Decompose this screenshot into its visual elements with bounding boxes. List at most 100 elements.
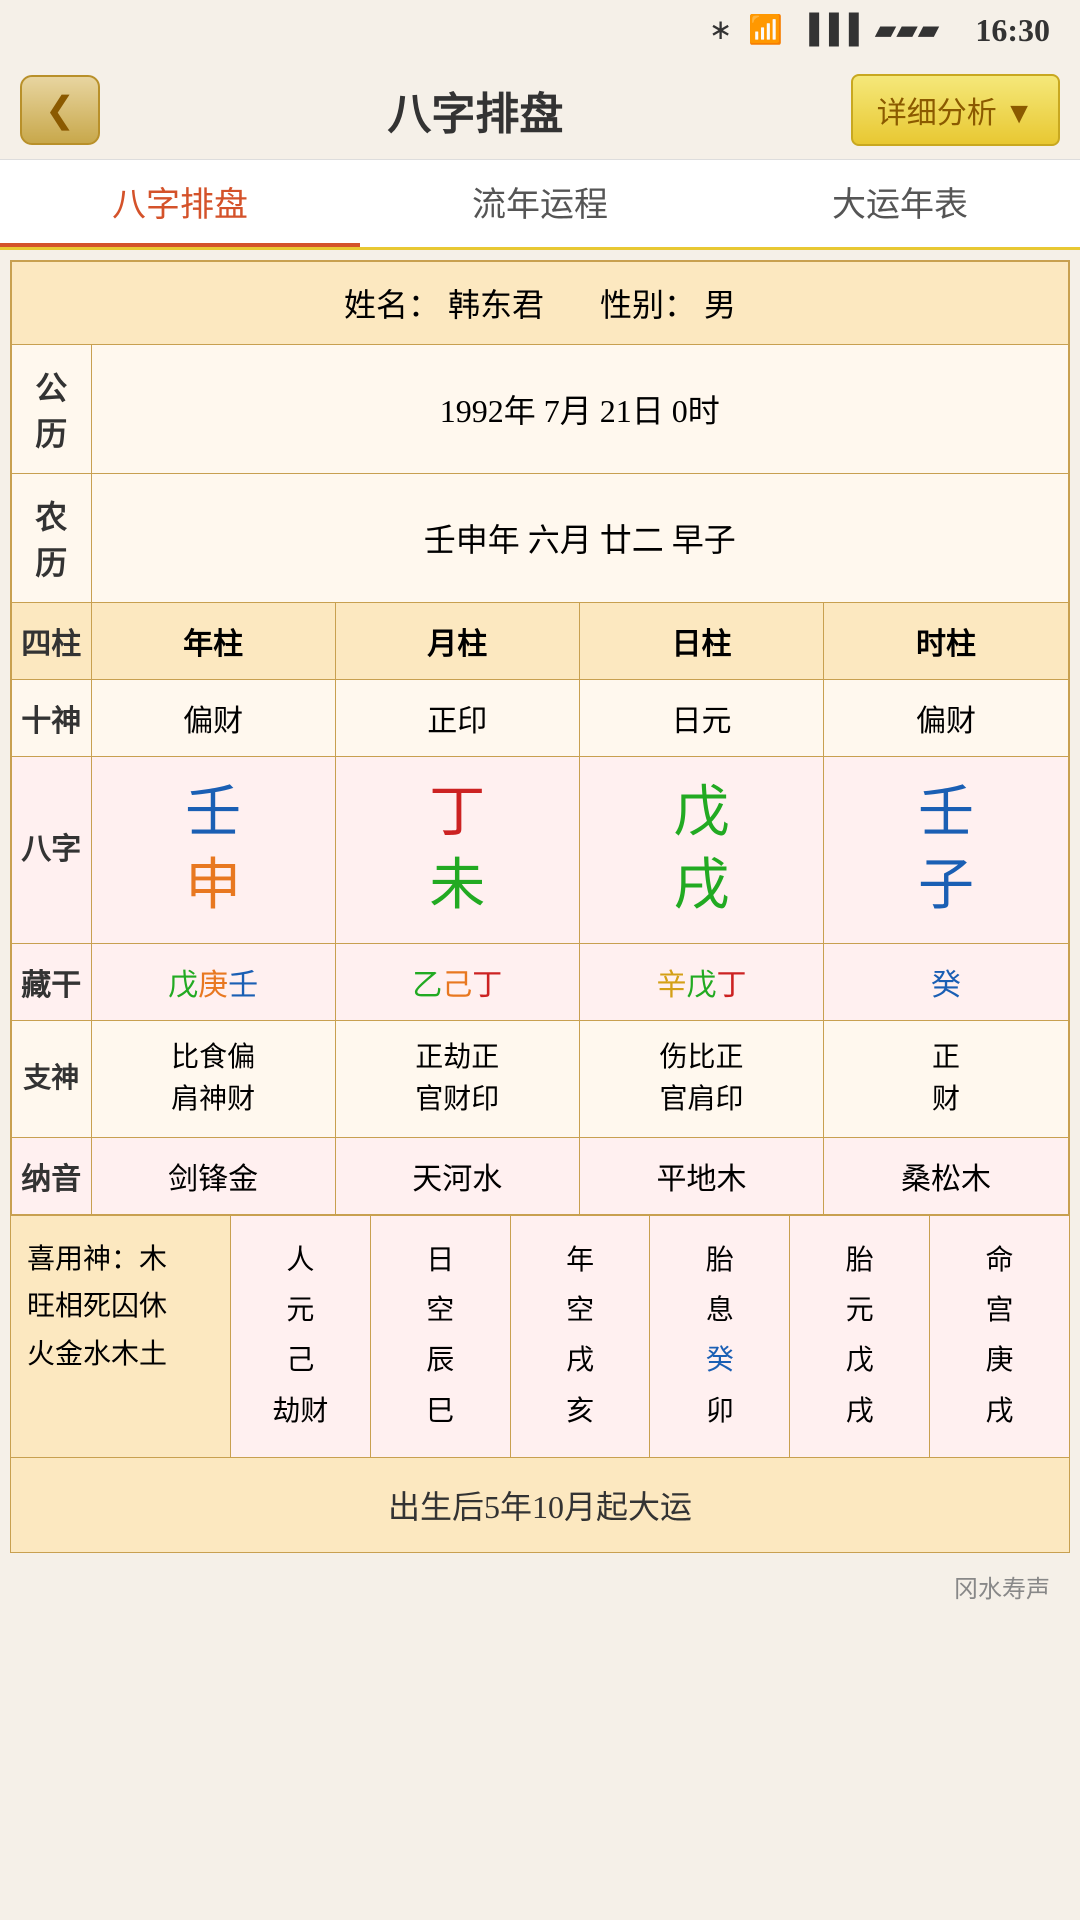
nayin-row: 纳音 剑锋金 天河水 平地木 桑松木 (11, 1137, 1069, 1215)
zanggan-ri: 辛戊丁 (579, 943, 823, 1020)
shishen-shi: 偏财 (824, 680, 1069, 757)
tab-bar: 八字排盘 流年运程 大运年表 (0, 160, 1080, 250)
status-bar: ∗ 📶 ▐▐▐ ▰▰▰ 16:30 (0, 0, 1080, 60)
bottom-col-taiyuan: 胎 元 戊 戌 (790, 1216, 930, 1458)
bluetooth-icon: ∗ (709, 13, 732, 47)
sizhu-label: 四柱 (11, 603, 91, 680)
zanggan-yue: 乙己丁 (335, 943, 579, 1020)
taiyuan-line1: 胎 (846, 1236, 874, 1286)
zanggan-ri-2: 戊 (687, 969, 717, 1002)
zhishen-yue: 正劫正官财印 (335, 1020, 579, 1137)
tab-bazi-label: 八字排盘 (112, 177, 248, 226)
bottom-info: 喜用神：木 旺相死囚休 火金水木土 (11, 1216, 231, 1458)
bottom-col-niankong: 年 空 戌 亥 (511, 1216, 651, 1458)
shishen-yue: 正印 (335, 680, 579, 757)
tab-liuyun[interactable]: 流年运程 (360, 160, 720, 247)
tab-liuyun-label: 流年运程 (472, 177, 608, 226)
zhishen-shi: 正财 (824, 1020, 1069, 1137)
taixi-line1: 胎 (706, 1236, 734, 1286)
sizhu-nianzhu: 年柱 (91, 603, 335, 680)
bazi-nian: 壬 申 (91, 757, 335, 944)
bazi-nian-tian: 壬 (185, 782, 241, 844)
zanggan-ri-1: 辛 (657, 969, 687, 1002)
zanggan-nian-2: 庚 (198, 969, 228, 1002)
shishen-label: 十神 (11, 680, 91, 757)
signal-icon: ▐▐▐ (799, 14, 859, 46)
bazi-shi-di: 子 (918, 855, 974, 917)
renyuan-line2: 元 (286, 1286, 314, 1336)
shishen-ri: 日元 (579, 680, 823, 757)
back-icon: ❮ (45, 89, 75, 131)
taixi-line4: 卯 (706, 1387, 734, 1437)
taiyuan-line4: 戌 (846, 1387, 874, 1437)
bazi-ri-tian: 戊 (674, 782, 730, 844)
bazi-yue: 丁 未 (335, 757, 579, 944)
gender-label: 性别： (600, 287, 696, 323)
tab-dayun-label: 大运年表 (832, 177, 968, 226)
bottom-col-renyuan: 人 元 己 劫财 (231, 1216, 371, 1458)
tab-bazi[interactable]: 八字排盘 (0, 160, 360, 247)
renyuan-line1: 人 (286, 1236, 314, 1286)
detail-analysis-button[interactable]: 详细分析 ▼ (851, 74, 1060, 146)
footer-text: 出生后5年10月起大运 (388, 1489, 692, 1525)
back-button[interactable]: ❮ (20, 75, 100, 145)
zanggan-nian: 戊庚壬 (91, 943, 335, 1020)
main-content: 姓名： 韩东君 性别： 男 公历 1992年 7月 21日 0时 农历 壬申年 … (0, 250, 1080, 1614)
niankong-line4: 亥 (566, 1387, 594, 1437)
minggong-line4: 戌 (986, 1387, 1014, 1437)
bazi-ri: 戊 戌 (579, 757, 823, 944)
minggong-line2: 宫 (986, 1286, 1014, 1336)
taixi-line3: 癸 (706, 1336, 734, 1386)
page-title: 八字排盘 (387, 78, 563, 142)
sizhu-header-row: 四柱 年柱 月柱 日柱 时柱 (11, 603, 1069, 680)
rikong-line2: 空 (426, 1286, 454, 1336)
zanggan-nian-3: 壬 (228, 969, 258, 1002)
taiyuan-line2: 元 (846, 1286, 874, 1336)
shishen-row: 十神 偏财 正印 日元 偏财 (11, 680, 1069, 757)
minggong-line1: 命 (986, 1236, 1014, 1286)
rikong-line1: 日 (426, 1236, 454, 1286)
minggong-line3: 庚 (986, 1336, 1014, 1386)
wifi-icon: 📶 (748, 13, 783, 47)
bazi-shi-tian: 壬 (918, 782, 974, 844)
taiyuan-line3: 戊 (846, 1336, 874, 1386)
bazi-yue-di: 未 (429, 855, 485, 917)
renyuan-line3: 己 (286, 1336, 314, 1386)
zanggan-yue-2: 己 (442, 969, 472, 1002)
bazi-label: 八字 (11, 757, 91, 944)
zhishen-ri: 伤比正官肩印 (579, 1020, 823, 1137)
wangxiang-label: 旺相死囚休 (27, 1283, 214, 1331)
zanggan-yue-1: 乙 (412, 969, 442, 1002)
zhishen-row: 支神 比食偏肩神财 正劫正官财印 伤比正官肩印 正财 (11, 1020, 1069, 1137)
detail-label: 详细分析 ▼ (877, 88, 1034, 132)
zanggan-ri-3: 丁 (717, 969, 747, 1002)
name-value: 韩东君 (448, 287, 544, 323)
bottom-section: 喜用神：木 旺相死囚休 火金水木土 人 元 己 劫财 日 空 辰 巳 年 空 戌… (10, 1216, 1070, 1459)
gongli-label: 公历 (11, 345, 91, 474)
nayin-shi: 桑松木 (824, 1137, 1069, 1215)
sizhu-shizhu: 时柱 (824, 603, 1069, 680)
sizhu-yuezhu: 月柱 (335, 603, 579, 680)
nongli-row: 农历 壬申年 六月 廿二 早子 (11, 474, 1069, 603)
nayin-ri: 平地木 (579, 1137, 823, 1215)
bazi-nian-di: 申 (185, 855, 241, 917)
time-display: 16:30 (975, 12, 1050, 49)
gongli-value: 1992年 7月 21日 0时 (91, 345, 1069, 474)
watermark-text: 冈水寿声 (954, 1577, 1050, 1603)
taixi-line2: 息 (706, 1286, 734, 1336)
tab-dayun[interactable]: 大运年表 (720, 160, 1080, 247)
wuxing-label: 火金水木土 (27, 1331, 214, 1379)
gender-value: 男 (704, 287, 736, 323)
nayin-yue: 天河水 (335, 1137, 579, 1215)
shishen-nian: 偏财 (91, 680, 335, 757)
bazi-row: 八字 壬 申 丁 未 戊 戌 壬 子 (11, 757, 1069, 944)
niankong-line2: 空 (566, 1286, 594, 1336)
bazi-ri-di: 戌 (674, 855, 730, 917)
niankong-line1: 年 (566, 1236, 594, 1286)
nongli-value: 壬申年 六月 廿二 早子 (91, 474, 1069, 603)
info-cell: 姓名： 韩东君 性别： 男 (11, 261, 1069, 345)
bottom-col-rikong: 日 空 辰 巳 (371, 1216, 511, 1458)
footer-row: 出生后5年10月起大运 (10, 1458, 1070, 1553)
gongli-row: 公历 1992年 7月 21日 0时 (11, 345, 1069, 474)
header: ❮ 八字排盘 详细分析 ▼ (0, 60, 1080, 160)
